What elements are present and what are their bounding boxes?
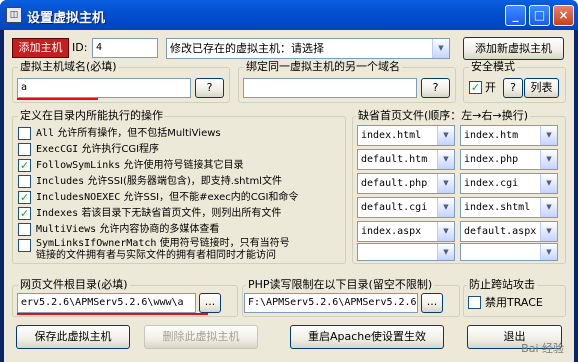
annotation-underline	[17, 98, 98, 100]
option-includes-checkbox[interactable]	[18, 175, 31, 188]
chevron-down-icon[interactable]: ▼	[540, 244, 557, 260]
chevron-down-icon[interactable]: ▼	[437, 244, 454, 260]
default-page-select[interactable]: index.cgi ▼	[460, 173, 558, 194]
chevron-down-icon[interactable]: ▼	[540, 222, 557, 241]
dialog-body: 添加主机 ID: 4 修改已存在的虚拟主机：请选择 ▼ 添加新虚拟主机 虚拟主机…	[4, 30, 574, 362]
disable-trace-checkbox[interactable]	[468, 296, 481, 309]
chevron-down-icon[interactable]: ▼	[432, 39, 449, 58]
default-page-select[interactable]: default.php ▼	[357, 173, 455, 194]
chevron-down-icon[interactable]: ▼	[437, 126, 454, 145]
option-includes-label: Includes 允许SSI(服务器端包含)，即支持.shtml文件	[36, 176, 282, 187]
bind-domain-group-title: 绑定同一虚拟主机的另一个域名	[244, 60, 402, 73]
chevron-down-icon[interactable]: ▼	[540, 126, 557, 145]
minimize-button[interactable]: _	[505, 5, 526, 26]
domain-group-title: 虚拟主机域名(必填)	[18, 60, 119, 73]
default-page-select[interactable]: index.aspx ▼	[357, 221, 455, 242]
option-multiviews-label: MultiViews 允许内容协商的多媒体查看	[36, 224, 220, 235]
webroot-group-title: 网页文件根目录(必填)	[18, 278, 130, 291]
default-page-select[interactable]: index.htm ▼	[460, 125, 558, 146]
add-new-host-button[interactable]: 添加新虚拟主机	[463, 37, 564, 60]
window-title: 设置虚拟主机	[27, 11, 106, 26]
close-button[interactable]: ×	[553, 5, 574, 26]
default-page-select[interactable]: default.aspx ▼	[460, 221, 558, 242]
option-all-checkbox[interactable]	[18, 127, 31, 140]
default-page-select[interactable]: ▼	[460, 243, 558, 261]
domain-input[interactable]: a	[17, 78, 191, 98]
webroot-browse-button[interactable]: ...	[199, 293, 221, 313]
default-page-select[interactable]: default.cgi ▼	[357, 197, 455, 218]
annotation-underline	[17, 313, 208, 315]
id-field[interactable]: 4	[92, 38, 158, 58]
default-pages-group-title: 缺省首页文件(顺序：左→右→换行)	[356, 109, 531, 122]
chevron-down-icon[interactable]: ▼	[540, 150, 557, 169]
option-indexes-label: Indexes 若该目录下无缺省首页文件，则列出所有文件	[36, 208, 282, 219]
default-page-select[interactable]: ▼	[357, 243, 455, 261]
add-host-label: 添加主机	[12, 38, 69, 58]
operations-group-title: 定义在目录内所能执行的操作	[18, 109, 165, 122]
option-symlinksifownermatch-label-line2: 链接的文件拥有者与实际文件的拥有者相同时才能访问	[36, 250, 276, 261]
bind-domain-input[interactable]	[243, 78, 417, 98]
security-help-button[interactable]: ?	[503, 78, 523, 98]
existing-host-select-value: 修改已存在的虚拟主机：请选择	[170, 42, 324, 55]
settings-window: ◫ 设置虚拟主机 _ □ × 添加主机 ID: 4 修改已存在的虚拟主机：请选择…	[0, 0, 578, 362]
option-execcgi-checkbox[interactable]	[18, 143, 31, 156]
id-label: ID:	[72, 41, 88, 54]
php-restrict-browse-button[interactable]: ...	[421, 293, 443, 313]
option-includesnoexec-label: IncludesNOEXEC 允许SSI，但不能#exec内的CGI和命令	[36, 192, 299, 203]
domain-help-button[interactable]: ?	[195, 78, 224, 98]
existing-host-select[interactable]: 修改已存在的虚拟主机：请选择 ▼	[166, 38, 450, 59]
chevron-down-icon[interactable]: ▼	[437, 150, 454, 169]
security-list-button[interactable]: 列表	[524, 78, 559, 98]
option-execcgi-label: ExecCGI 允许执行CGI程序	[36, 144, 160, 155]
anti-xss-group-title: 防止跨站攻击	[467, 278, 537, 291]
default-page-select[interactable]: index.php ▼	[460, 149, 558, 170]
security-group-title: 安全模式	[469, 60, 517, 73]
option-multiviews-checkbox[interactable]	[18, 223, 31, 236]
option-symlinksifownermatch-checkbox[interactable]	[18, 239, 31, 252]
chevron-down-icon[interactable]: ▼	[437, 174, 454, 193]
security-checkbox-label: 开	[485, 81, 496, 94]
app-icon: ◫	[6, 7, 22, 23]
save-host-button[interactable]: 保存此虚拟主机	[16, 325, 130, 349]
webroot-input[interactable]: erv5.2.6\APMServ5.2.6\www\a	[17, 293, 196, 313]
restart-apache-button[interactable]: 重启Apache使设置生效	[290, 325, 444, 349]
option-followsymlinks-checkbox[interactable]: ✓	[18, 159, 31, 172]
maximize-button[interactable]: □	[529, 5, 550, 26]
security-checkbox[interactable]: ✓	[469, 81, 482, 94]
delete-host-button[interactable]: 删除此虚拟主机	[144, 325, 258, 349]
option-indexes-checkbox[interactable]: ✓	[18, 207, 31, 220]
default-page-select[interactable]: default.htm ▼	[357, 149, 455, 170]
chevron-down-icon[interactable]: ▼	[437, 198, 454, 217]
default-page-select[interactable]: index.html ▼	[357, 125, 455, 146]
bind-domain-help-button[interactable]: ?	[421, 78, 450, 98]
php-restrict-group-title: PHP读写限制在以下目录(留空不限制)	[246, 278, 435, 291]
disable-trace-label: 禁用TRACE	[485, 296, 543, 309]
option-includesnoexec-checkbox[interactable]: ✓	[18, 191, 31, 204]
chevron-down-icon[interactable]: ▼	[437, 222, 454, 241]
chevron-down-icon[interactable]: ▼	[540, 174, 557, 193]
option-followsymlinks-label: FollowSymLinks 允许使用符号链接其它目录	[36, 160, 244, 171]
php-restrict-input[interactable]: F:\APMServ5.2.6\APMServ5.2.6	[244, 293, 418, 313]
watermark: Bai 经验	[521, 342, 564, 355]
chevron-down-icon[interactable]: ▼	[540, 198, 557, 217]
default-page-select[interactable]: index.shtml ▼	[460, 197, 558, 218]
title-bar[interactable]: ◫ 设置虚拟主机 _ □ ×	[0, 0, 578, 30]
option-all-label: All 允许所有操作，但不包括MultiViews	[36, 128, 221, 139]
